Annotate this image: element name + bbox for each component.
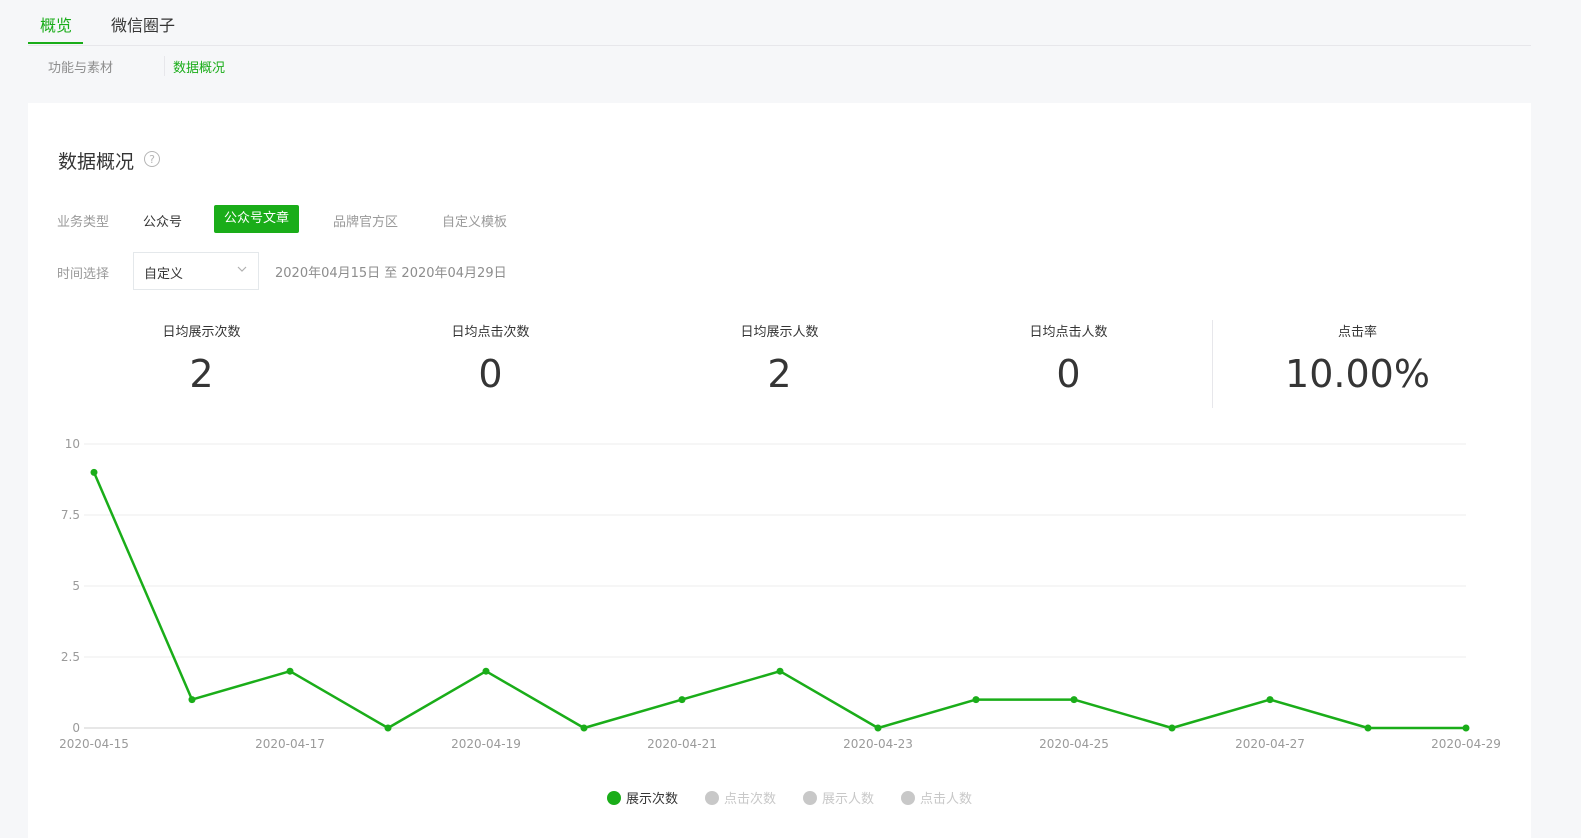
x-tick-label: 2020-04-25: [1039, 737, 1109, 751]
legend-label[interactable]: 点击次数: [724, 791, 776, 807]
line-chart: 0 2.5 5 7.5 10 2020-04-15 2020-04-17 2020-04-19…: [59, 437, 1501, 807]
data-point: [874, 724, 882, 732]
data-point: [972, 696, 980, 704]
data-point: [580, 724, 588, 732]
x-tick-label: 2020-04-19: [451, 737, 521, 751]
legend-label[interactable]: 展示人数: [822, 792, 874, 807]
legend-marker[interactable]: [803, 791, 817, 805]
x-tick-label: 2020-04-29: [1431, 737, 1501, 751]
y-tick-label: 0: [72, 721, 80, 735]
legend-marker[interactable]: [901, 791, 915, 805]
data-point: [1462, 724, 1470, 732]
series-line-impressions: [92, 471, 1466, 730]
x-tick-label: 2020-04-27: [1235, 737, 1305, 751]
data-point: [90, 468, 98, 476]
x-tick-label: 2020-04-17: [255, 737, 325, 751]
x-tick-label: 2020-04-21: [647, 737, 717, 751]
legend-marker[interactable]: [705, 791, 719, 805]
data-point: [776, 667, 784, 675]
legend-marker[interactable]: [607, 791, 621, 805]
x-tick-label: 2020-04-15: [59, 737, 129, 751]
y-tick-label: 10: [65, 437, 80, 451]
data-point: [384, 724, 392, 732]
data-point: [1070, 696, 1078, 704]
data-point: [1168, 724, 1176, 732]
legend-label[interactable]: 点击人数: [920, 792, 972, 807]
data-point: [1266, 696, 1274, 704]
data-point: [1364, 724, 1372, 732]
y-tick-label: 7.5: [61, 508, 80, 522]
data-point: [286, 667, 294, 675]
y-tick-label: 5: [72, 579, 80, 593]
legend-label[interactable]: 展示次数: [626, 791, 678, 807]
data-point: [678, 696, 686, 704]
x-tick-label: 2020-04-23: [843, 737, 913, 751]
data-point: [188, 696, 196, 704]
data-point: [482, 667, 490, 675]
y-tick-label: 2.5: [61, 650, 80, 664]
